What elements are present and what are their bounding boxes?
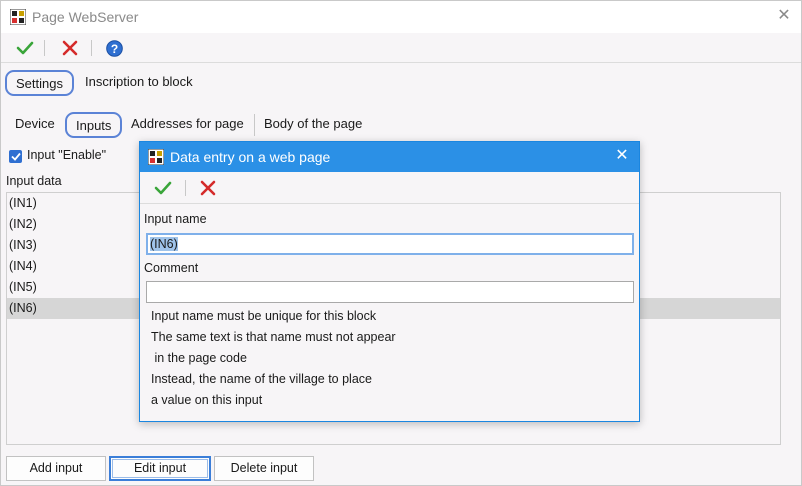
- help-button[interactable]: ?: [104, 38, 124, 58]
- hint-line: The same text is that name must not appe…: [151, 330, 396, 344]
- input-name-value: (IN6): [150, 237, 178, 251]
- enable-checkbox[interactable]: [9, 150, 22, 163]
- tab-inscription-to-block[interactable]: Inscription to block: [76, 70, 202, 96]
- enable-checkbox-label: Input "Enable": [27, 148, 107, 162]
- dialog-close-icon[interactable]: ✕: [613, 147, 631, 165]
- comment-field[interactable]: [146, 281, 634, 303]
- checkmark-icon: [16, 41, 34, 55]
- data-entry-dialog: Data entry on a web page ✕ Input name (I…: [139, 141, 640, 422]
- comment-label: Comment: [144, 261, 199, 275]
- accept-button[interactable]: [15, 38, 35, 58]
- dialog-toolbar: [140, 172, 639, 204]
- tab-body-of-the-page[interactable]: Body of the page: [255, 112, 371, 138]
- window-title: Page WebServer: [32, 9, 139, 25]
- dialog-title-bar: Data entry on a web page ✕: [140, 142, 639, 172]
- dialog-app-icon: [148, 149, 164, 165]
- add-input-button[interactable]: Add input: [6, 456, 106, 481]
- app-icon: [10, 9, 26, 25]
- input-name-field[interactable]: (IN6): [146, 233, 634, 255]
- cross-icon: [62, 40, 78, 56]
- input-data-header: Input data: [6, 174, 62, 188]
- tab-addresses-for-page[interactable]: Addresses for page: [122, 112, 253, 138]
- delete-input-button[interactable]: Delete input: [214, 456, 314, 481]
- dialog-cancel-button[interactable]: [198, 178, 218, 198]
- cancel-button[interactable]: [60, 38, 80, 58]
- hint-line: a value on this input: [151, 393, 263, 407]
- main-window: Page WebServer ✕ ? Settings Inscription …: [0, 0, 802, 486]
- tab-device[interactable]: Device: [6, 112, 64, 138]
- hint-line: Instead, the name of the village to plac…: [151, 372, 372, 386]
- check-icon: [10, 152, 21, 161]
- dialog-title: Data entry on a web page: [170, 149, 331, 165]
- help-icon: ?: [105, 39, 123, 57]
- dialog-accept-button[interactable]: [153, 178, 173, 198]
- main-toolbar: ?: [1, 33, 801, 63]
- tab-inputs[interactable]: Inputs: [65, 112, 123, 138]
- checkmark-icon: [154, 181, 172, 195]
- svg-text:?: ?: [110, 42, 117, 56]
- hint-line: in the page code: [151, 351, 247, 365]
- title-bar: Page WebServer ✕: [1, 1, 801, 33]
- input-name-label: Input name: [144, 212, 207, 226]
- close-icon[interactable]: ✕: [775, 7, 793, 25]
- hint-line: Input name must be unique for this block: [151, 309, 377, 323]
- tab-settings[interactable]: Settings: [5, 70, 74, 96]
- cross-icon: [200, 180, 216, 196]
- edit-input-button[interactable]: Edit input: [109, 456, 211, 481]
